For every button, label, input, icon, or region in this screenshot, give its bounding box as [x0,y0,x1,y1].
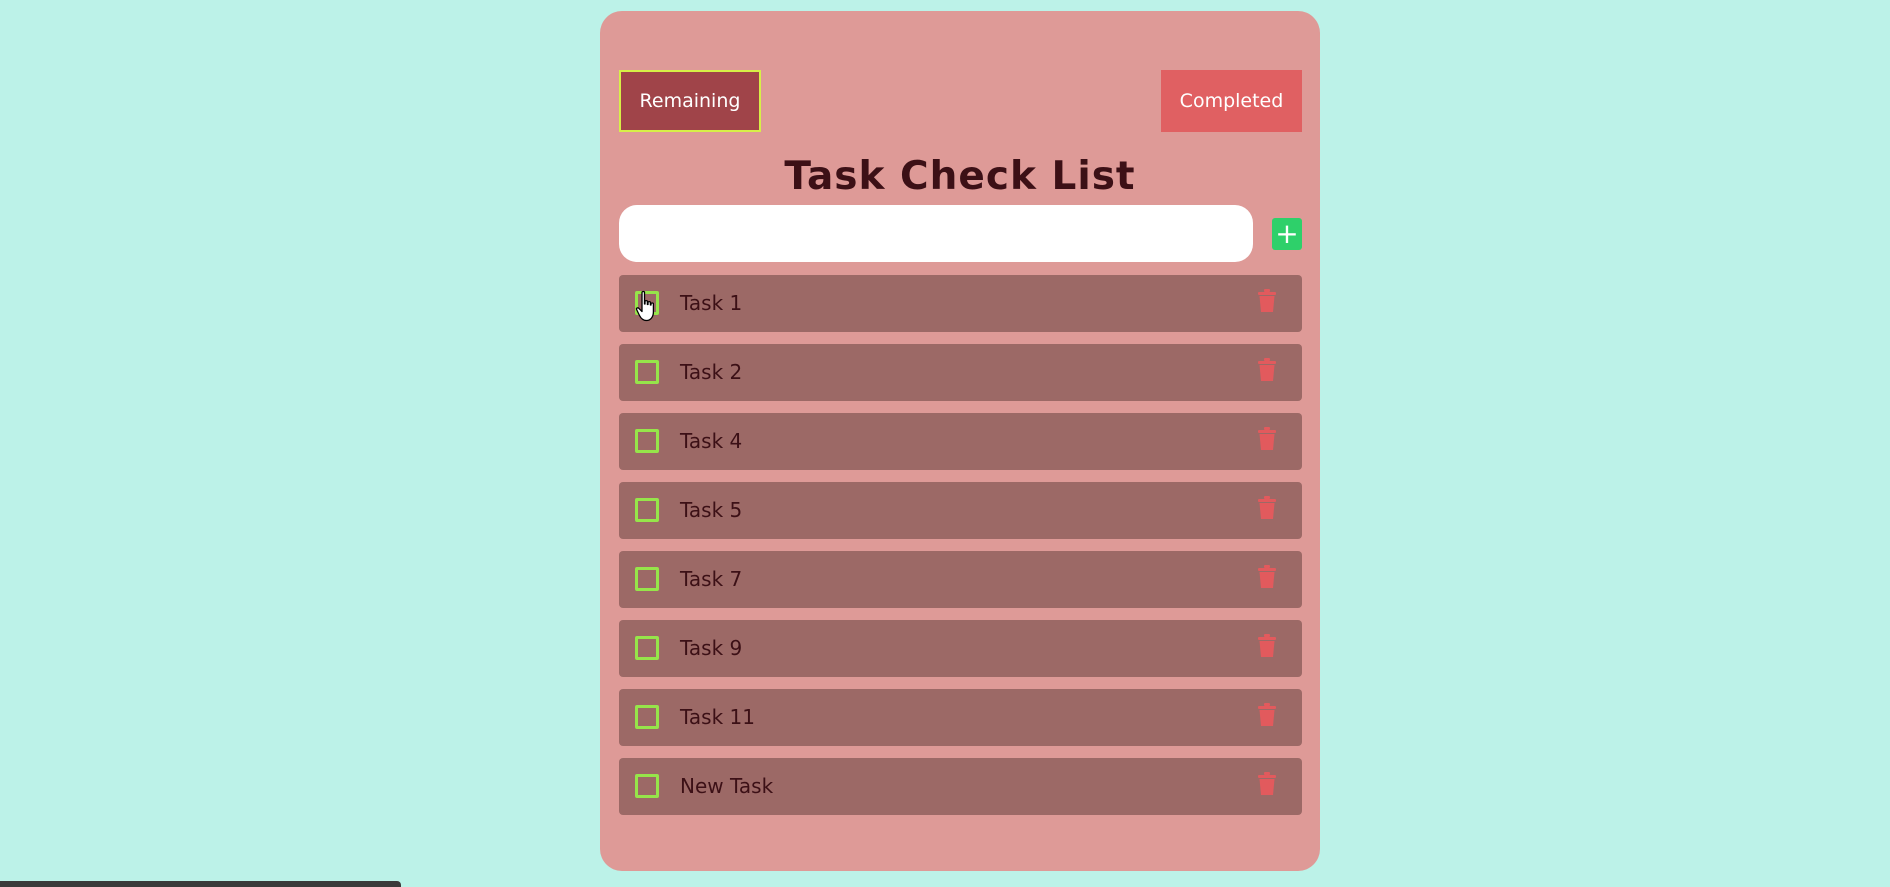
task-label: Task 5 [680,498,743,522]
task-label: Task 4 [680,429,743,453]
task-label: Task 7 [680,567,743,591]
remaining-button[interactable]: Remaining [619,70,761,132]
task-checkbox[interactable] [635,498,659,522]
trash-icon[interactable] [1258,496,1276,520]
task-list: Task 1 Task 2 Task 4 Task 5 Task 7 Task … [619,275,1302,827]
trash-icon[interactable] [1258,289,1276,313]
trash-icon[interactable] [1258,772,1276,796]
completed-button[interactable]: Completed [1161,70,1302,132]
task-row: Task 4 [619,413,1302,470]
task-checkbox[interactable] [635,360,659,384]
task-label: Task 9 [680,636,743,660]
task-checkbox[interactable] [635,774,659,798]
task-label: New Task [680,774,774,798]
task-row: Task 9 [619,620,1302,677]
task-checkbox[interactable] [635,429,659,453]
trash-icon[interactable] [1258,565,1276,589]
task-label: Task 1 [680,291,743,315]
task-label: Task 2 [680,360,743,384]
page: Remaining Completed Task Check List + Ta… [0,0,1890,887]
page-title: Task Check List [784,154,1136,199]
task-row: Task 2 [619,344,1302,401]
task-checkbox[interactable] [635,567,659,591]
plus-icon: + [1275,217,1299,250]
task-checkbox[interactable] [635,636,659,660]
task-label: Task 11 [680,705,755,729]
task-row: Task 1 [619,275,1302,332]
task-input[interactable] [619,205,1253,262]
trash-icon[interactable] [1258,358,1276,382]
trash-icon[interactable] [1258,703,1276,727]
task-row: Task 5 [619,482,1302,539]
task-row: Task 7 [619,551,1302,608]
task-row: New Task [619,758,1302,815]
add-task-button[interactable]: + [1272,218,1302,250]
task-checkbox[interactable] [635,291,659,315]
trash-icon[interactable] [1258,427,1276,451]
task-row: Task 11 [619,689,1302,746]
task-card: Remaining Completed Task Check List + Ta… [600,11,1320,871]
bottom-bar [0,881,401,887]
task-checkbox[interactable] [635,705,659,729]
trash-icon[interactable] [1258,634,1276,658]
